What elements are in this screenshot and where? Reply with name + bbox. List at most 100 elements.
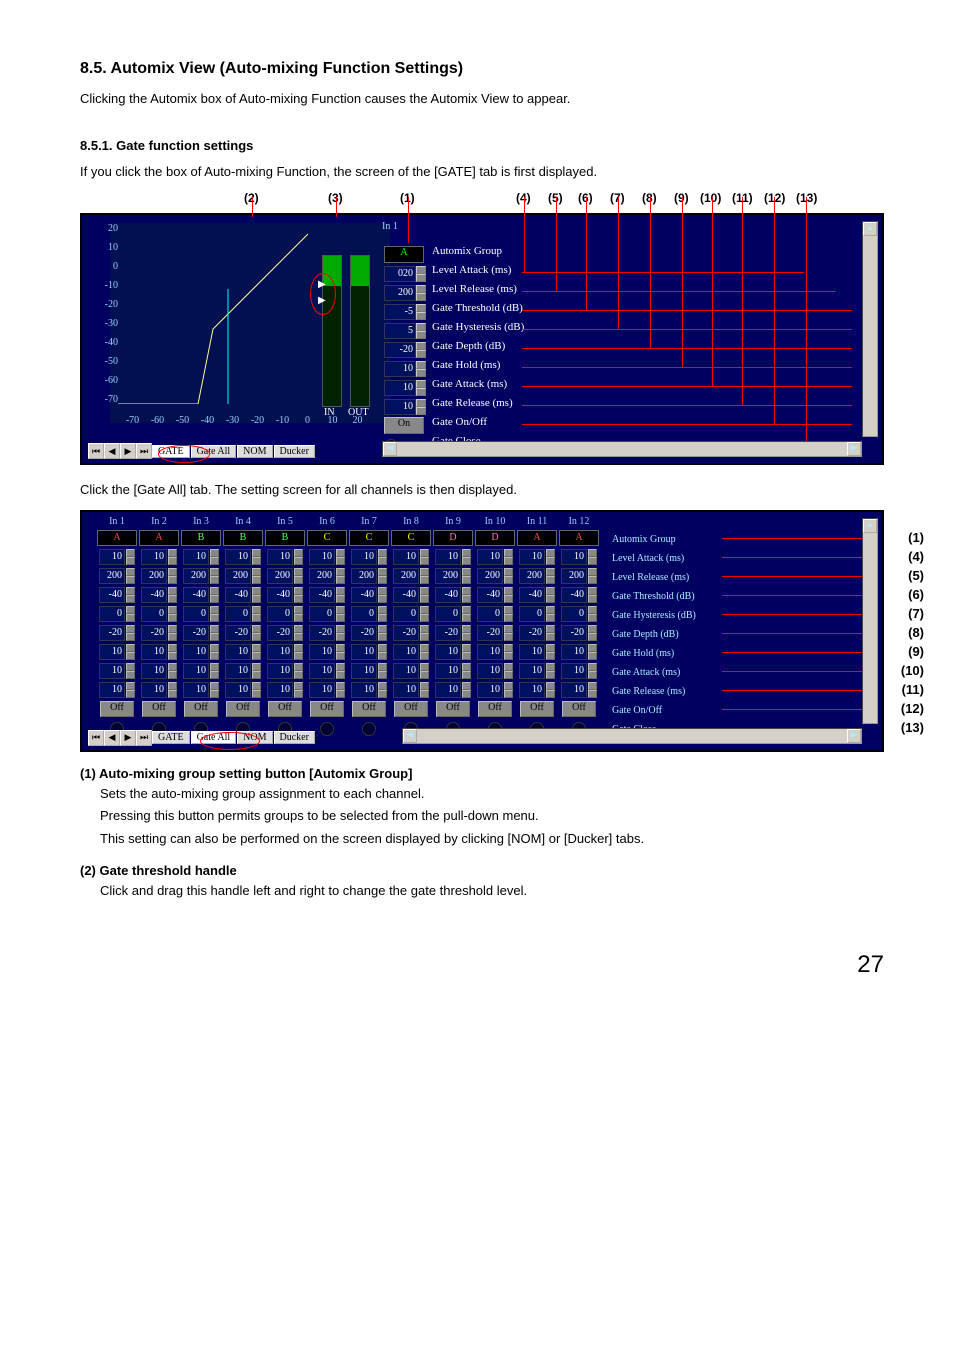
spinner[interactable] [462, 549, 471, 565]
spinner[interactable] [294, 549, 303, 565]
param-value[interactable]: 200 [561, 568, 587, 584]
param-value[interactable]: -20 [183, 625, 209, 641]
param-value[interactable]: 10 [393, 663, 419, 679]
param-value[interactable]: 10 [99, 682, 125, 698]
spinner[interactable] [504, 568, 513, 584]
param-value[interactable]: 5 [384, 323, 416, 339]
spinner[interactable] [294, 568, 303, 584]
spinner[interactable] [252, 644, 261, 660]
gate-onoff-button[interactable]: Off [100, 701, 134, 717]
param-value[interactable]: 10 [435, 682, 461, 698]
gate-onoff-button[interactable]: Off [394, 701, 428, 717]
param-value[interactable]: -40 [309, 587, 335, 603]
param-value[interactable]: -40 [141, 587, 167, 603]
spinner[interactable] [504, 625, 513, 641]
spinner[interactable] [462, 606, 471, 622]
param-value[interactable]: 10 [141, 682, 167, 698]
gate-onoff-button[interactable]: Off [436, 701, 470, 717]
spinner[interactable] [378, 568, 387, 584]
param-value[interactable]: 0 [561, 606, 587, 622]
param-value[interactable]: -20 [225, 625, 251, 641]
spinner[interactable] [126, 644, 135, 660]
spinner[interactable] [416, 304, 426, 320]
param-value[interactable]: -40 [477, 587, 503, 603]
spinner[interactable] [416, 399, 426, 415]
spinner[interactable] [588, 549, 597, 565]
spinner[interactable] [378, 663, 387, 679]
param-value[interactable]: 10 [393, 549, 419, 565]
spinner[interactable] [504, 644, 513, 660]
param-value[interactable]: 10 [477, 549, 503, 565]
nav-first[interactable]: ⏮ [88, 730, 104, 746]
param-value[interactable]: -20 [309, 625, 335, 641]
spinner[interactable] [336, 549, 345, 565]
spinner[interactable] [126, 625, 135, 641]
spinner[interactable] [420, 644, 429, 660]
param-value[interactable]: 10 [267, 644, 293, 660]
spinner[interactable] [546, 606, 555, 622]
param-value[interactable]: 10 [351, 644, 377, 660]
param-value[interactable]: 200 [351, 568, 377, 584]
param-value[interactable]: -20 [393, 625, 419, 641]
automix-group-button[interactable]: D [433, 530, 473, 546]
gate-onoff-button[interactable]: Off [268, 701, 302, 717]
spinner[interactable] [252, 549, 261, 565]
tab-nom[interactable]: NOM [237, 445, 272, 458]
nav-next[interactable]: ▶ [120, 730, 136, 746]
param-value[interactable]: -40 [99, 587, 125, 603]
spinner[interactable] [504, 663, 513, 679]
spinner[interactable] [126, 663, 135, 679]
param-value[interactable]: 10 [393, 644, 419, 660]
automix-group-button[interactable]: B [265, 530, 305, 546]
nav-last[interactable]: ⏭ [136, 443, 152, 459]
param-value[interactable]: 200 [393, 568, 419, 584]
spinner[interactable] [546, 682, 555, 698]
spinner[interactable] [504, 549, 513, 565]
param-value[interactable]: 0 [309, 606, 335, 622]
spinner[interactable] [168, 606, 177, 622]
param-value[interactable]: 200 [519, 568, 545, 584]
spinner[interactable] [252, 606, 261, 622]
spinner[interactable] [462, 682, 471, 698]
param-value[interactable]: 10 [351, 663, 377, 679]
spinner[interactable] [588, 644, 597, 660]
param-value[interactable]: -40 [183, 587, 209, 603]
param-value[interactable]: 10 [99, 549, 125, 565]
param-value[interactable]: 10 [561, 682, 587, 698]
gate-onoff-button[interactable]: Off [352, 701, 386, 717]
gate-onoff-button[interactable]: Off [478, 701, 512, 717]
param-value[interactable]: 10 [99, 663, 125, 679]
param-value[interactable]: -40 [519, 587, 545, 603]
spinner[interactable] [252, 663, 261, 679]
param-value[interactable]: -20 [141, 625, 167, 641]
spinner[interactable] [336, 587, 345, 603]
spinner[interactable] [546, 587, 555, 603]
param-value[interactable]: 0 [351, 606, 377, 622]
spinner[interactable] [336, 606, 345, 622]
param-value[interactable]: 10 [477, 682, 503, 698]
nav-last[interactable]: ⏭ [136, 730, 152, 746]
param-value[interactable]: 0 [99, 606, 125, 622]
param-value[interactable]: -40 [435, 587, 461, 603]
spinner[interactable] [462, 663, 471, 679]
param-value[interactable]: 10 [519, 663, 545, 679]
spinner[interactable] [420, 568, 429, 584]
spinner[interactable] [416, 323, 426, 339]
scrollbar-horizontal[interactable]: ◀▶ [402, 728, 862, 744]
param-value[interactable]: -20 [561, 625, 587, 641]
spinner[interactable] [294, 682, 303, 698]
param-value[interactable]: 10 [519, 682, 545, 698]
param-value[interactable]: -5 [384, 304, 416, 320]
spinner[interactable] [588, 682, 597, 698]
spinner[interactable] [420, 606, 429, 622]
spinner[interactable] [462, 625, 471, 641]
spinner[interactable] [252, 682, 261, 698]
param-value[interactable]: 10 [477, 644, 503, 660]
spinner[interactable] [416, 380, 426, 396]
scrollbar-vertical[interactable]: ▲ [862, 221, 878, 437]
automix-group-button[interactable]: D [475, 530, 515, 546]
spinner[interactable] [546, 644, 555, 660]
automix-group-button[interactable]: B [181, 530, 221, 546]
param-value[interactable]: 200 [267, 568, 293, 584]
param-value[interactable]: 10 [435, 549, 461, 565]
